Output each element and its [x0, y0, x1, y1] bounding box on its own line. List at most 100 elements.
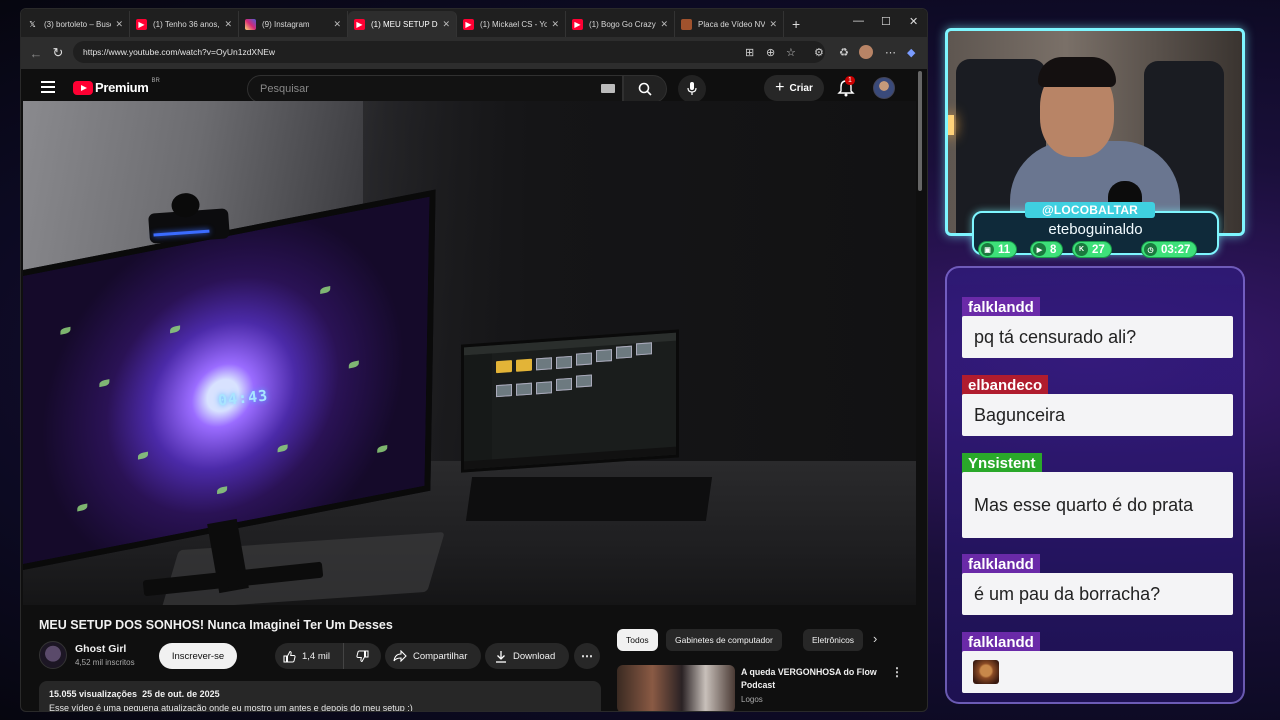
tab-title: Placa de Vídeo NVID: [698, 19, 766, 29]
close-icon[interactable]: ✕: [115, 19, 123, 30]
chat-message: pq tá censurado ali?: [962, 316, 1233, 358]
clock-icon: ◷: [1144, 243, 1157, 256]
stat-value: 03:27: [1161, 243, 1191, 256]
youtube-icon: ▶: [354, 18, 365, 30]
url-field[interactable]: https://www.youtube.com/watch?v=OyUn1zdX…: [73, 41, 825, 63]
close-window-icon[interactable]: ✕: [909, 15, 918, 28]
back-icon[interactable]: ←: [25, 46, 47, 61]
channel-avatar[interactable]: [39, 641, 67, 669]
more-actions-button[interactable]: ⋯: [574, 643, 600, 669]
youtube-play-icon: [73, 80, 93, 95]
like-count: 1,4 mil: [302, 650, 330, 662]
tab-2[interactable]: (9) Instagram ✕: [239, 11, 348, 37]
streamer-name: eteboguinaldo: [1048, 221, 1143, 238]
recommendation-menu-icon[interactable]: ⋮: [891, 665, 903, 679]
page-scrollbar[interactable]: [918, 71, 922, 191]
close-icon[interactable]: ✕: [551, 19, 559, 30]
youtube-icon: ▶: [572, 18, 583, 30]
view-count: 15.055 visualizações: [49, 689, 138, 699]
stat-value: 8: [1050, 243, 1057, 256]
close-icon[interactable]: ✕: [224, 19, 232, 30]
tab-5[interactable]: ▶ (1) Bogo Go Crazy Yo ✕: [566, 11, 675, 37]
share-icon: [393, 650, 407, 662]
apps-icon[interactable]: ⊞: [745, 46, 754, 59]
tab-title: (1) Tenho 36 anos, 2: [153, 19, 221, 29]
x-icon: 𝕏: [29, 19, 36, 29]
download-icon: [496, 650, 506, 663]
youtube-icon: ▶: [136, 18, 147, 30]
youtube-logo[interactable]: Premium BR: [73, 77, 160, 95]
stat-youtube: ▶ 8: [1030, 241, 1064, 258]
account-avatar[interactable]: [873, 77, 895, 99]
thumbs-up-icon: [283, 650, 296, 662]
mic-button[interactable]: [678, 75, 706, 103]
recommendation-title[interactable]: A queda VERGONHOSA do Flow Podcast: [741, 666, 891, 692]
chip-all[interactable]: Todos: [617, 629, 658, 651]
chat-user: falklandd: [962, 632, 1040, 652]
close-icon[interactable]: ✕: [660, 19, 668, 30]
minimize-icon[interactable]: —: [853, 15, 864, 27]
download-label: Download: [513, 650, 556, 662]
more-icon[interactable]: ⋯: [885, 46, 896, 59]
subscribe-button[interactable]: Inscrever-se: [159, 643, 237, 669]
description-box[interactable]: 15.055 visualizações 25 de out. de 2025 …: [39, 681, 601, 711]
thumbs-down-icon: [356, 650, 369, 662]
upload-date: 25 de out. de 2025: [142, 689, 220, 699]
tab-title: (3) bortoleto – Busca: [44, 19, 112, 29]
tab-title: (1) Bogo Go Crazy Yo: [589, 19, 656, 29]
profile-icon[interactable]: [859, 45, 873, 59]
tab-1[interactable]: ▶ (1) Tenho 36 anos, 2 ✕: [130, 11, 239, 37]
copilot-icon[interactable]: ◆: [907, 46, 915, 59]
share-button[interactable]: Compartilhar: [385, 643, 481, 669]
tab-title: (1) Mickael CS - YouT: [480, 19, 547, 29]
dislike-button[interactable]: [343, 643, 381, 669]
like-button[interactable]: 1,4 mil: [275, 643, 343, 669]
chat-message: é um pau da borracha?: [962, 573, 1233, 615]
star-icon[interactable]: ☆: [786, 46, 796, 59]
recommendation-channel[interactable]: Logos: [741, 695, 763, 704]
streamer-handle: @LOCOBALTAR: [1025, 202, 1155, 218]
stat-twitch: ▣ 11: [978, 241, 1018, 258]
maximize-icon[interactable]: ☐: [881, 15, 891, 28]
channel-name[interactable]: Ghost Girl: [75, 643, 126, 655]
instagram-icon: [245, 18, 256, 30]
stat-value: 11: [998, 243, 1011, 256]
tab-3-active[interactable]: ▶ (1) MEU SETUP DOS ✕: [348, 11, 457, 37]
youtube-icon: ▶: [1033, 243, 1046, 256]
search-button[interactable]: [623, 75, 667, 103]
reload-icon[interactable]: ↻: [47, 45, 69, 61]
recommendation-thumbnail[interactable]: [617, 665, 735, 711]
close-icon[interactable]: ✕: [333, 19, 341, 30]
tab-title: (9) Instagram: [262, 19, 310, 29]
chip-computer-cases[interactable]: Gabinetes de computador: [666, 629, 782, 651]
new-tab-button[interactable]: +: [784, 11, 808, 37]
video-player[interactable]: 04:43: [23, 101, 916, 605]
chat-message: Bagunceira: [962, 394, 1233, 436]
browser-window: 𝕏 (3) bortoleto – Busca ✕ ▶ (1) Tenho 36…: [20, 8, 928, 712]
chevron-right-icon[interactable]: ›: [873, 631, 877, 646]
chip-electronics[interactable]: Eletrônicos: [803, 629, 863, 651]
tab-4[interactable]: ▶ (1) Mickael CS - YouT ✕: [457, 11, 566, 37]
channel-subscribers: 4,52 mil inscritos: [75, 658, 135, 667]
search-input[interactable]: Pesquisar: [247, 75, 623, 103]
extensions-icon[interactable]: ⚙: [814, 46, 824, 59]
stat-uptime: ◷ 03:27: [1141, 241, 1198, 258]
close-icon[interactable]: ✕: [442, 19, 450, 30]
download-button[interactable]: Download: [485, 643, 569, 669]
url-text: https://www.youtube.com/watch?v=OyUn1zdX…: [83, 47, 276, 57]
keyboard-icon[interactable]: [601, 84, 615, 93]
country-code: BR: [151, 77, 160, 84]
menu-icon[interactable]: [41, 81, 55, 93]
microphone-icon: [687, 82, 697, 95]
tab-6[interactable]: Placa de Vídeo NVID ✕: [675, 11, 784, 37]
zoom-icon[interactable]: ⊕: [766, 46, 775, 59]
close-icon[interactable]: ✕: [769, 19, 777, 30]
chat-user: falklandd: [962, 554, 1040, 574]
search-placeholder: Pesquisar: [260, 83, 309, 95]
create-label: Criar: [789, 82, 813, 94]
create-button[interactable]: + Criar: [764, 75, 824, 101]
stat-value: 27: [1092, 243, 1105, 256]
tab-0[interactable]: 𝕏 (3) bortoleto – Busca ✕: [21, 11, 130, 37]
brand-label: Premium: [95, 80, 149, 95]
sync-icon[interactable]: ♻: [839, 46, 849, 59]
